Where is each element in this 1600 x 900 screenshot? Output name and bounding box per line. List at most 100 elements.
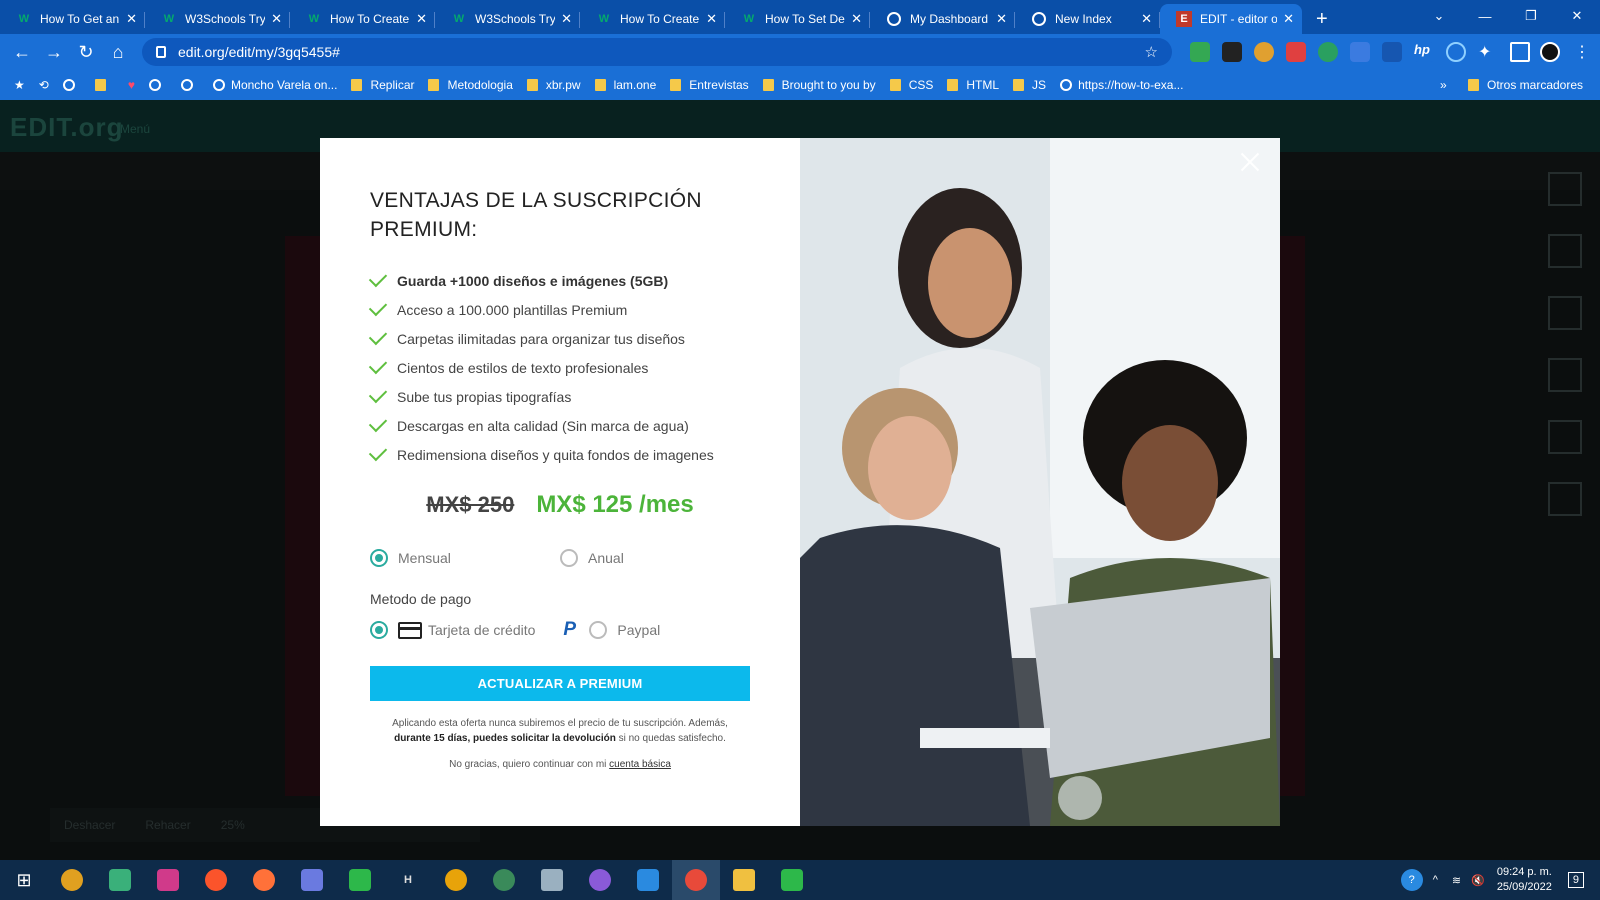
radio-paypal[interactable] xyxy=(589,621,608,639)
app-icon[interactable] xyxy=(288,860,336,900)
close-tab-icon[interactable]: ✕ xyxy=(851,11,862,27)
other-bookmarks[interactable]: Otros marcadores xyxy=(1468,78,1583,92)
bookmark-item[interactable]: CSS xyxy=(889,78,933,92)
browser-tab[interactable]: W How To Create ✕ xyxy=(580,4,725,34)
browser-tab[interactable]: W W3Schools Tryi ✕ xyxy=(435,4,580,34)
close-tab-icon[interactable]: ✕ xyxy=(706,11,717,27)
bookmark-item[interactable]: xbr.pw xyxy=(526,78,581,92)
close-tab-icon[interactable]: ✕ xyxy=(996,11,1007,27)
history-icon[interactable]: ⟲ xyxy=(39,78,49,92)
url-bar[interactable]: edit.org/edit/my/3gq5455# ☆ xyxy=(142,38,1172,66)
clock[interactable]: 09:24 p. m. 25/09/2022 xyxy=(1497,865,1552,895)
heart-icon[interactable]: ♥ xyxy=(128,78,135,92)
bookmark-icon[interactable] xyxy=(180,79,199,91)
bookmark-star-icon[interactable]: ★ xyxy=(14,78,25,92)
bookmark-item[interactable]: HTML xyxy=(947,78,999,92)
app-icon[interactable] xyxy=(528,860,576,900)
bookmark-item[interactable]: Moncho Varela on... xyxy=(212,78,337,92)
more-bookmarks-icon[interactable]: » xyxy=(1440,78,1447,92)
bookmark-item[interactable]: Entrevistas xyxy=(670,78,749,92)
browser-tab[interactable]: E EDIT - editor o ✕ xyxy=(1160,4,1302,34)
bookmark-item[interactable]: https://how-to-exa... xyxy=(1060,78,1183,92)
restore-button[interactable]: ❐ xyxy=(1508,0,1554,32)
hp-extension-icon[interactable]: hp xyxy=(1414,42,1434,62)
bookmark-item[interactable]: Replicar xyxy=(351,78,414,92)
close-tab-icon[interactable]: ✕ xyxy=(271,11,282,27)
sidepanel-icon[interactable] xyxy=(1510,42,1530,62)
firefox-icon[interactable] xyxy=(240,860,288,900)
profile-avatar[interactable] xyxy=(1540,42,1560,62)
star-icon[interactable]: ☆ xyxy=(1145,43,1158,61)
bookmark-item[interactable]: Metodologia xyxy=(428,78,513,92)
plan-annual-option[interactable]: Anual xyxy=(560,549,750,567)
extension-icon[interactable] xyxy=(1446,42,1466,62)
kebab-menu-icon[interactable]: ⋮ xyxy=(1574,42,1590,62)
forward-icon[interactable]: → xyxy=(38,42,70,63)
browser-tab[interactable]: New Index ✕ xyxy=(1015,4,1160,34)
browser-tab[interactable]: W How To Create ✕ xyxy=(290,4,435,34)
radio-credit-card[interactable] xyxy=(370,621,388,639)
close-tab-icon[interactable]: ✕ xyxy=(126,11,137,27)
start-button[interactable]: ⊞ xyxy=(0,860,48,900)
extension-icon[interactable] xyxy=(1286,42,1306,62)
tab-strip: W How To Get an ✕ W W3Schools Tryi ✕ W How To C… xyxy=(0,0,1600,34)
browser-tab[interactable]: My Dashboard ✕ xyxy=(870,4,1015,34)
radio-monthly[interactable] xyxy=(370,549,388,567)
browser-tab[interactable]: W How To Get an ✕ xyxy=(0,4,145,34)
close-modal-button[interactable] xyxy=(1238,150,1262,174)
app-icon[interactable]: H xyxy=(384,860,432,900)
close-window-button[interactable]: ✕ xyxy=(1554,0,1600,32)
brave-icon[interactable] xyxy=(192,860,240,900)
drive-extension-icon[interactable] xyxy=(1190,42,1210,62)
chrome-active-icon[interactable] xyxy=(672,860,720,900)
new-tab-button[interactable]: + xyxy=(1316,4,1328,34)
app-icon[interactable] xyxy=(96,860,144,900)
translate-extension-icon[interactable] xyxy=(1350,42,1370,62)
extension-icon[interactable] xyxy=(1382,42,1402,62)
bookmark-folder-icon[interactable] xyxy=(94,79,114,91)
browser-tab[interactable]: W W3Schools Tryi ✕ xyxy=(145,4,290,34)
back-icon[interactable]: ← xyxy=(6,42,38,63)
upgrade-premium-button[interactable]: ACTUALIZAR A PREMIUM xyxy=(370,666,750,701)
wifi-icon[interactable]: ≋ xyxy=(1452,874,1461,887)
app-icon[interactable] xyxy=(144,860,192,900)
app-icon[interactable] xyxy=(336,860,384,900)
bookmark-icon[interactable] xyxy=(62,79,81,91)
minimize-button[interactable]: — xyxy=(1462,0,1508,32)
file-explorer-icon[interactable] xyxy=(720,860,768,900)
vscode-icon[interactable] xyxy=(624,860,672,900)
notification-icon[interactable]: 9 xyxy=(1567,872,1584,888)
puzzle-icon[interactable]: ✦ xyxy=(1478,42,1498,62)
extension-icon[interactable] xyxy=(1318,42,1338,62)
chrome-canary-icon[interactable] xyxy=(48,860,96,900)
home-icon[interactable]: ⌂ xyxy=(102,42,134,63)
reload-icon[interactable]: ↻ xyxy=(70,42,102,63)
volume-icon[interactable]: 🔇 xyxy=(1471,874,1485,887)
tray-arrow-icon[interactable]: ^ xyxy=(1433,874,1438,886)
close-tab-icon[interactable]: ✕ xyxy=(561,11,572,27)
tab-search-icon[interactable]: ⌄ xyxy=(1416,0,1462,32)
bookmark-icon[interactable] xyxy=(148,79,167,91)
basic-account-link[interactable]: cuenta básica xyxy=(609,759,671,770)
feature-text: Carpetas ilimitadas para organizar tus d… xyxy=(397,330,685,347)
bookmark-item[interactable]: JS xyxy=(1013,78,1046,92)
app-icon[interactable] xyxy=(768,860,816,900)
github-icon[interactable] xyxy=(576,860,624,900)
paypal-label[interactable]: Paypal xyxy=(617,622,660,638)
browser-tab[interactable]: W How To Set Def ✕ xyxy=(725,4,870,34)
bookmark-item[interactable]: lam.one xyxy=(594,78,656,92)
extension-icon[interactable] xyxy=(1254,42,1274,62)
modal-title: VENTAJAS DE LA SUSCRIPCIÓN PREMIUM: xyxy=(370,189,702,241)
close-tab-icon[interactable]: ✕ xyxy=(416,11,427,27)
bookmarks-bar: ★ ⟲ ♥ Moncho Varela on... Replicar Metodol… xyxy=(0,70,1600,100)
close-tab-icon[interactable]: ✕ xyxy=(1283,11,1294,27)
bookmark-item[interactable]: Brought to you by xyxy=(762,78,876,92)
credit-card-label[interactable]: Tarjeta de crédito xyxy=(428,622,535,638)
radio-annual[interactable] xyxy=(560,549,578,567)
chrome-icon[interactable] xyxy=(432,860,480,900)
close-tab-icon[interactable]: ✕ xyxy=(1141,11,1152,27)
chrome-dev-icon[interactable] xyxy=(480,860,528,900)
plan-monthly-option[interactable]: Mensual xyxy=(370,549,560,567)
help-icon[interactable]: ? xyxy=(1400,869,1423,891)
extension-icon[interactable] xyxy=(1222,42,1242,62)
